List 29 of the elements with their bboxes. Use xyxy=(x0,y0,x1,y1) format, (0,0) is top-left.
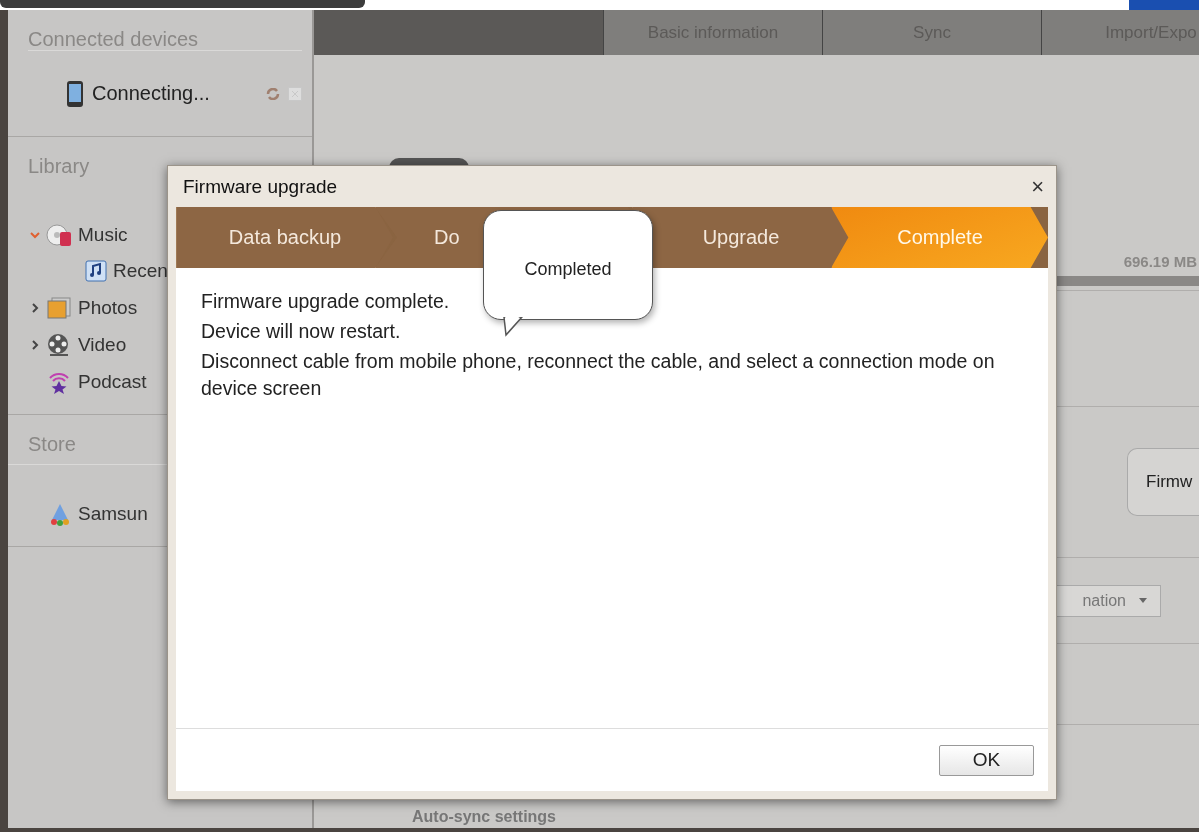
message-text: Firmware upgrade complete. xyxy=(201,289,450,314)
collapsed-caret-icon[interactable] xyxy=(30,339,40,350)
caret-icon xyxy=(1138,597,1148,604)
collapsed-caret-icon[interactable] xyxy=(30,302,40,313)
photos-icon xyxy=(46,295,72,320)
phone-icon xyxy=(66,79,84,108)
message-text: Disconnect cable from mobile phone, reconnect the cable, and select a connection mode on device screen xyxy=(201,349,996,401)
section-title: Auto-sync settings xyxy=(412,808,556,826)
device-label: Connecting... xyxy=(92,82,211,105)
close-button[interactable]: × xyxy=(1027,173,1048,200)
store-item[interactable]: Samsun xyxy=(78,502,148,525)
section-header: Connected devices xyxy=(27,27,200,50)
ok-button[interactable]: OK xyxy=(939,744,1034,776)
library-item[interactable]: Photos xyxy=(78,296,138,319)
library-item[interactable]: Video xyxy=(78,333,127,356)
sync-icon[interactable] xyxy=(266,87,280,100)
music-note-icon xyxy=(85,260,107,282)
step: Complete xyxy=(831,207,1048,268)
firmware-button[interactable]: Firmw xyxy=(1127,448,1199,516)
library-item[interactable]: Recen xyxy=(113,260,168,282)
tooltip-tail xyxy=(502,317,524,337)
library-item[interactable]: Music xyxy=(78,223,128,246)
library-item[interactable]: Podcast xyxy=(78,370,147,393)
close-icon[interactable] xyxy=(288,86,302,101)
logo-fragment xyxy=(1129,0,1199,10)
expanded-caret-icon[interactable] xyxy=(30,229,40,240)
message-text: Device will now restart. xyxy=(201,319,401,344)
storage-label: 696.19 MB xyxy=(1123,253,1197,270)
disc-icon xyxy=(46,222,72,247)
